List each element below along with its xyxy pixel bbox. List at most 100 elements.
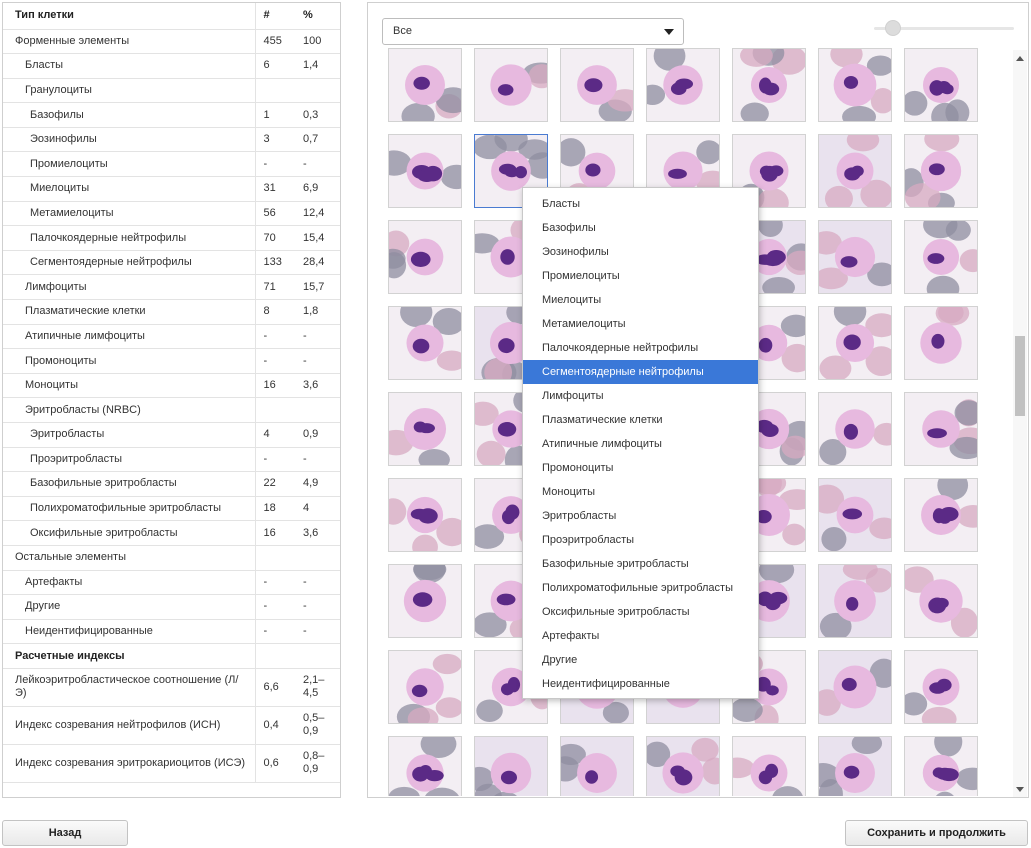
- cell-image-tile[interactable]: [388, 392, 462, 466]
- cell-count: [255, 545, 295, 571]
- cell-type-name: Другие: [3, 594, 256, 620]
- cell-image-tile[interactable]: [904, 306, 978, 380]
- cell-image-tile[interactable]: [388, 48, 462, 122]
- cell-image-tile[interactable]: [732, 736, 806, 796]
- cell-image: [647, 737, 719, 796]
- menu-item[interactable]: Полихроматофильные эритробласты: [523, 576, 758, 600]
- cell-type-name: Промоноциты: [3, 348, 256, 374]
- cell-image-tile[interactable]: [732, 48, 806, 122]
- scrollbar-thumb[interactable]: [1015, 336, 1025, 416]
- cell-image-tile[interactable]: [904, 392, 978, 466]
- cell-percent: 1,8: [295, 299, 340, 325]
- scroll-down-icon[interactable]: [1016, 787, 1024, 792]
- menu-item[interactable]: Палочкоядерные нейтрофилы: [523, 336, 758, 360]
- cell-count: 18: [255, 496, 295, 522]
- table-row: Промиелоциты - -: [3, 151, 340, 178]
- cell-image-tile[interactable]: [818, 306, 892, 380]
- cell-percent: 0,3: [295, 102, 340, 128]
- menu-item[interactable]: Эозинофилы: [523, 240, 758, 264]
- header-percent: %: [295, 3, 340, 30]
- menu-item[interactable]: Другие: [523, 648, 758, 672]
- table-row: Атипичные лимфоциты - -: [3, 324, 340, 350]
- cell-image-tile[interactable]: [904, 48, 978, 122]
- cell-image-tile[interactable]: [388, 736, 462, 796]
- menu-item[interactable]: Плазматические клетки: [523, 408, 758, 432]
- cell-image-tile[interactable]: [818, 736, 892, 796]
- cell-count: 133: [255, 250, 295, 276]
- cell-image: [475, 49, 547, 121]
- cell-image-tile[interactable]: [560, 736, 634, 796]
- cell-image-tile[interactable]: [818, 48, 892, 122]
- cell-image-tile[interactable]: [388, 564, 462, 638]
- menu-item[interactable]: Промиелоциты: [523, 264, 758, 288]
- cell-image-tile[interactable]: [474, 736, 548, 796]
- scroll-up-icon[interactable]: [1016, 56, 1024, 61]
- zoom-slider-thumb[interactable]: [885, 20, 901, 36]
- menu-item[interactable]: Эритробласты: [523, 504, 758, 528]
- cell-image-tile[interactable]: [904, 478, 978, 552]
- menu-item[interactable]: Бласты: [523, 192, 758, 216]
- cell-count: -: [255, 570, 295, 596]
- cell-image-tile[interactable]: [818, 650, 892, 724]
- cell-percent: 6,9: [295, 176, 340, 202]
- table-row: Промоноциты - -: [3, 348, 340, 374]
- cell-image: [733, 737, 805, 796]
- menu-item[interactable]: Метамиелоциты: [523, 312, 758, 336]
- menu-item[interactable]: Атипичные лимфоциты: [523, 432, 758, 456]
- cell-image-tile[interactable]: [388, 306, 462, 380]
- cell-type-filter-select[interactable]: Все: [382, 18, 684, 45]
- menu-item[interactable]: Проэритробласты: [523, 528, 758, 552]
- cell-image-tile[interactable]: [818, 134, 892, 208]
- gallery-scrollbar[interactable]: [1013, 50, 1027, 797]
- cell-image-tile[interactable]: [388, 220, 462, 294]
- menu-item[interactable]: Миелоциты: [523, 288, 758, 312]
- cell-type-name: Неидентифицированные: [3, 619, 256, 645]
- cell-percent: 1,4: [295, 53, 340, 79]
- cell-image-tile[interactable]: [646, 736, 720, 796]
- cell-image-tile[interactable]: [904, 736, 978, 796]
- cell-type-name: Базофильные эритробласты: [3, 471, 256, 497]
- cell-image-tile[interactable]: [646, 48, 720, 122]
- cell-image-tile[interactable]: [904, 650, 978, 724]
- back-button[interactable]: Назад: [2, 820, 128, 846]
- menu-item[interactable]: Сегментоядерные нейтрофилы: [523, 360, 758, 384]
- cell-type-name: Гранулоциты: [3, 78, 256, 104]
- table-section-row: Расчетные индексы: [3, 643, 340, 669]
- menu-item[interactable]: Оксифильные эритробласты: [523, 600, 758, 624]
- cell-image-tile[interactable]: [560, 48, 634, 122]
- cell-image-tile[interactable]: [818, 478, 892, 552]
- cell-count-panel: Тип клетки # % Форменные элементы 455 100 Б…: [2, 2, 341, 798]
- cell-count: 8: [255, 299, 295, 325]
- cell-image-tile[interactable]: [818, 220, 892, 294]
- cell-image-tile[interactable]: [818, 564, 892, 638]
- cell-image-tile[interactable]: [818, 392, 892, 466]
- menu-item[interactable]: Неидентифицированные: [523, 672, 758, 696]
- menu-item[interactable]: Базофилы: [523, 216, 758, 240]
- cell-image-tile[interactable]: [388, 134, 462, 208]
- menu-item[interactable]: Базофильные эритробласты: [523, 552, 758, 576]
- menu-item[interactable]: Моноциты: [523, 480, 758, 504]
- cell-image: [389, 135, 461, 207]
- cell-image-tile[interactable]: [904, 564, 978, 638]
- cell-count: 70: [255, 225, 295, 251]
- menu-item[interactable]: Артефакты: [523, 624, 758, 648]
- zoom-slider[interactable]: [874, 19, 1014, 37]
- cell-percent: 0,9: [295, 422, 340, 448]
- menu-item[interactable]: Лимфоциты: [523, 384, 758, 408]
- cell-count: 16: [255, 373, 295, 399]
- cell-type-name: Артефакты: [3, 570, 256, 596]
- cell-image: [819, 565, 891, 637]
- cell-percent: [295, 397, 340, 423]
- cell-image-tile[interactable]: [388, 650, 462, 724]
- cell-image: [905, 651, 977, 723]
- cell-image-tile[interactable]: [474, 48, 548, 122]
- cell-image-tile[interactable]: [904, 220, 978, 294]
- cell-type-name: Эритробласты: [3, 422, 256, 448]
- cell-type-name: Проэритробласты: [3, 447, 256, 473]
- menu-item[interactable]: Промоноциты: [523, 456, 758, 480]
- save-and-continue-button[interactable]: Сохранить и продолжить: [845, 820, 1028, 846]
- cell-image: [819, 651, 891, 723]
- table-row: Артефакты - -: [3, 570, 340, 596]
- cell-image-tile[interactable]: [388, 478, 462, 552]
- cell-image-tile[interactable]: [904, 134, 978, 208]
